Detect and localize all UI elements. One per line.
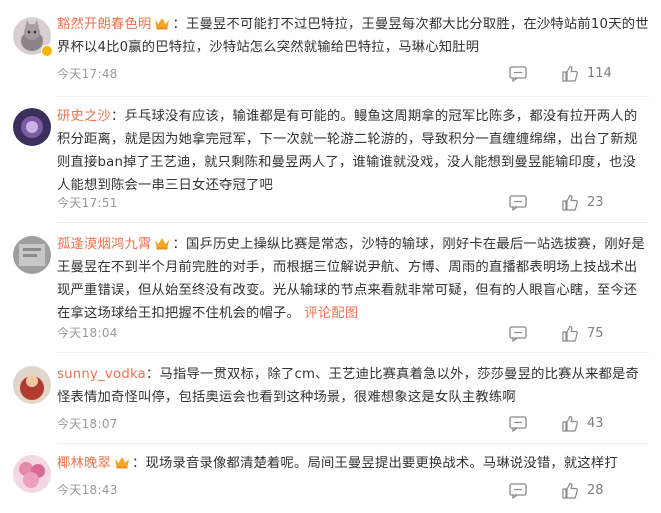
- crown-icon: [155, 18, 170, 30]
- comment-actions: 23: [509, 194, 639, 214]
- comment-time: 今天18:07: [57, 417, 118, 431]
- comment-item: 研史之沙：乒乓球没有应该，输谁都是有可能的。鳗鱼这周期拿的冠军比陈多，都没有拉开…: [0, 108, 661, 216]
- comment-body: 豁然开朗春色明 ：王曼昱不可能打不过巴特拉，王曼昱每次都大比分取胜，在沙特站前10…: [57, 17, 649, 55]
- comment-actions: 75: [509, 325, 639, 345]
- comment-username[interactable]: 孤逢漠烟鸿九霄: [57, 237, 151, 252]
- comment-username[interactable]: sunny_vodka: [57, 367, 146, 382]
- comment-time: 今天17:48: [57, 67, 118, 81]
- comment-body: 孤逢漠烟鸿九霄 ：国乒历史上操纵比赛是常态，沙特的输球，刚好卡在最后一站选拔赛，刚…: [57, 237, 645, 321]
- verified-badge-icon: [41, 45, 53, 57]
- like-count: 114: [587, 66, 612, 81]
- reply-icon[interactable]: [509, 416, 527, 432]
- divider: [57, 352, 649, 353]
- crown-icon: [115, 457, 129, 469]
- thumb-up-icon[interactable]: [562, 482, 578, 499]
- comment-body: sunny_vodka：马指导一贯双标，除了cm、王艺迪比赛真着急以外，莎莎曼昱…: [57, 367, 640, 405]
- avatar[interactable]: [13, 108, 51, 146]
- divider: [57, 222, 649, 223]
- reply-icon[interactable]: [509, 66, 527, 82]
- comment-username[interactable]: 研史之沙: [57, 109, 111, 124]
- avatar[interactable]: [13, 455, 51, 493]
- avatar[interactable]: [13, 236, 51, 274]
- comment-time: 今天18:04: [57, 326, 118, 340]
- comment-username[interactable]: 椰林晚翠: [57, 456, 111, 471]
- comment-item: sunny_vodka：马指导一贯双标，除了cm、王艺迪比赛真着急以外，莎莎曼昱…: [0, 366, 661, 432]
- comment-text: 乒乓球没有应该，输谁都是有可能的。鳗鱼这周期拿的冠军比陈多，都没有拉开两人的积分…: [57, 109, 638, 193]
- thumb-up-icon[interactable]: [562, 65, 578, 82]
- like-count: 23: [587, 195, 604, 210]
- crown-icon: [155, 238, 170, 250]
- like-count: 43: [587, 416, 604, 431]
- comment-time: 今天18:43: [57, 483, 118, 497]
- comment-text: 现场录音录像都清楚着呢。局间王曼昱提出要更换战术。马琳说没错，就这样打: [145, 456, 618, 471]
- reply-icon[interactable]: [509, 326, 527, 342]
- comment-body: 研史之沙：乒乓球没有应该，输谁都是有可能的。鳗鱼这周期拿的冠军比陈多，都没有拉开…: [57, 109, 638, 193]
- comment-username[interactable]: 豁然开朗春色明: [57, 17, 151, 32]
- avatar[interactable]: [13, 366, 51, 404]
- thumb-up-icon[interactable]: [562, 325, 578, 342]
- reply-icon[interactable]: [509, 483, 527, 499]
- thumb-up-icon[interactable]: [562, 194, 578, 211]
- comment-actions: 43: [509, 415, 639, 435]
- comment-time: 今天17:51: [57, 196, 118, 210]
- reply-icon[interactable]: [509, 195, 527, 211]
- comment-item: 孤逢漠烟鸿九霄 ：国乒历史上操纵比赛是常态，沙特的输球，刚好卡在最后一站选拔赛，刚…: [0, 236, 661, 342]
- like-count: 28: [587, 483, 604, 498]
- divider: [57, 443, 649, 444]
- thumb-up-icon[interactable]: [562, 415, 578, 432]
- comment-item: 豁然开朗春色明 ：王曼昱不可能打不过巴特拉，王曼昱每次都大比分取胜，在沙特站前10…: [0, 17, 661, 95]
- comment-actions: 114: [509, 65, 639, 85]
- comment-image-link[interactable]: 评论配图: [304, 306, 358, 321]
- comment-body: 椰林晚翠 ：现场录音录像都清楚着呢。局间王曼昱提出要更换战术。马琳说没错，就这样打: [57, 456, 618, 471]
- comment-feed: 豁然开朗春色明 ：王曼昱不可能打不过巴特拉，王曼昱每次都大比分取胜，在沙特站前10…: [0, 0, 661, 513]
- like-count: 75: [587, 326, 604, 341]
- comment-item: 椰林晚翠 ：现场录音录像都清楚着呢。局间王曼昱提出要更换战术。马琳说没错，就这样打…: [0, 455, 661, 505]
- comment-actions: 28: [509, 482, 639, 502]
- divider: [57, 96, 649, 97]
